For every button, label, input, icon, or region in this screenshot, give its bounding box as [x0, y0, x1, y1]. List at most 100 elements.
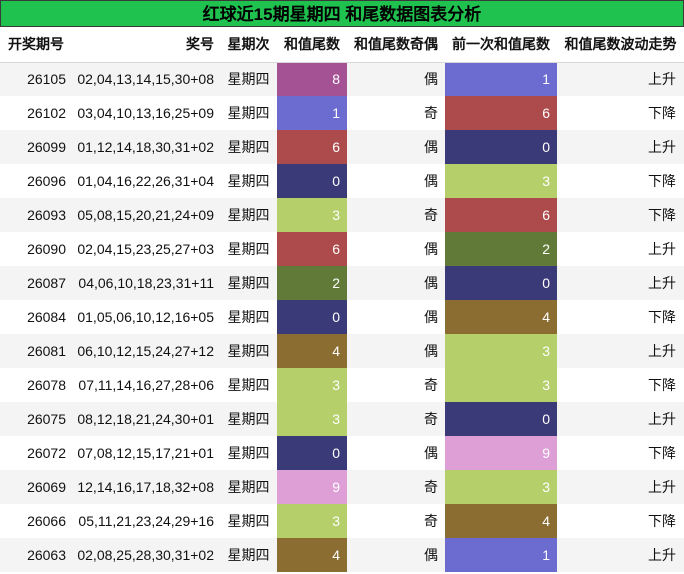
- cell-issue: 26072: [0, 436, 72, 470]
- table-body: 26105 02,04,13,14,15,30+08 星期四 8 偶 1 上升 26102 03…: [0, 61, 684, 572]
- cell-numbers: 01,05,06,10,12,16+05: [72, 300, 220, 334]
- cell-numbers: 02,08,25,28,30,31+02: [72, 538, 220, 572]
- cell-prev-tail: 3: [445, 334, 557, 368]
- cell-parity: 偶: [347, 300, 445, 334]
- cell-trend: 上升: [557, 334, 684, 368]
- cell-parity: 偶: [347, 164, 445, 198]
- cell-tail: 3: [277, 402, 347, 436]
- cell-parity: 奇: [347, 96, 445, 130]
- cell-weekday: 星期四: [220, 504, 277, 538]
- cell-prev-tail: 6: [445, 198, 557, 232]
- cell-tail: 6: [277, 232, 347, 266]
- cell-parity: 奇: [347, 504, 445, 538]
- cell-weekday: 星期四: [220, 436, 277, 470]
- table-row: 26087 04,06,10,18,23,31+11 星期四 2 偶 0 上升: [0, 266, 684, 300]
- table-row: 26093 05,08,15,20,21,24+09 星期四 3 奇 6 下降: [0, 198, 684, 232]
- cell-issue: 26078: [0, 368, 72, 402]
- cell-issue: 26063: [0, 538, 72, 572]
- cell-numbers: 07,11,14,16,27,28+06: [72, 368, 220, 402]
- cell-prev-tail: 6: [445, 96, 557, 130]
- cell-numbers: 05,11,21,23,24,29+16: [72, 504, 220, 538]
- cell-prev-tail: 4: [445, 504, 557, 538]
- cell-tail: 3: [277, 504, 347, 538]
- table-title: 红球近15期星期四 和尾数据图表分析: [0, 0, 684, 27]
- cell-tail: 0: [277, 436, 347, 470]
- cell-tail: 3: [277, 198, 347, 232]
- cell-tail: 4: [277, 538, 347, 572]
- cell-prev-tail: 1: [445, 538, 557, 572]
- header-tail: 和值尾数: [284, 36, 340, 53]
- cell-tail: 9: [277, 470, 347, 504]
- cell-trend: 上升: [557, 130, 684, 164]
- cell-weekday: 星期四: [220, 198, 277, 232]
- cell-parity: 偶: [347, 334, 445, 368]
- cell-weekday: 星期四: [220, 300, 277, 334]
- cell-numbers: 03,04,10,13,16,25+09: [72, 96, 220, 130]
- cell-issue: 26069: [0, 470, 72, 504]
- cell-issue: 26075: [0, 402, 72, 436]
- cell-issue: 26081: [0, 334, 72, 368]
- table-row: 26105 02,04,13,14,15,30+08 星期四 8 偶 1 上升: [0, 61, 684, 96]
- cell-weekday: 星期四: [220, 538, 277, 572]
- cell-parity: 奇: [347, 470, 445, 504]
- cell-weekday: 星期四: [220, 368, 277, 402]
- cell-trend: 上升: [557, 470, 684, 504]
- cell-weekday: 星期四: [220, 130, 277, 164]
- cell-trend: 下降: [557, 96, 684, 130]
- cell-weekday: 星期四: [220, 402, 277, 436]
- cell-weekday: 星期四: [220, 470, 277, 504]
- cell-issue: 26102: [0, 96, 72, 130]
- cell-issue: 26093: [0, 198, 72, 232]
- cell-numbers: 06,10,12,15,24,27+12: [72, 334, 220, 368]
- data-table: 开奖期号 奖号 星期次 和值尾数 和值尾数奇偶 前一次和值尾数 和值尾数波动走势…: [0, 27, 684, 572]
- cell-tail: 0: [277, 300, 347, 334]
- cell-trend: 下降: [557, 504, 684, 538]
- table-row: 26102 03,04,10,13,16,25+09 星期四 1 奇 6 下降: [0, 96, 684, 130]
- cell-numbers: 08,12,18,21,24,30+01: [72, 402, 220, 436]
- cell-issue: 26066: [0, 504, 72, 538]
- header-prev-tail: 前一次和值尾数: [452, 36, 550, 53]
- header-parity: 和值尾数奇偶: [354, 36, 438, 53]
- table-row: 26099 01,12,14,18,30,31+02 星期四 6 偶 0 上升: [0, 130, 684, 164]
- cell-trend: 上升: [557, 538, 684, 572]
- cell-weekday: 星期四: [220, 334, 277, 368]
- cell-trend: 下降: [557, 300, 684, 334]
- cell-parity: 偶: [347, 130, 445, 164]
- header-numbers: 奖号: [186, 36, 214, 53]
- header-row: 开奖期号 奖号 星期次 和值尾数 和值尾数奇偶 前一次和值尾数 和值尾数波动走势: [0, 27, 684, 62]
- cell-issue: 26087: [0, 266, 72, 300]
- table-row: 26090 02,04,15,23,25,27+03 星期四 6 偶 2 上升: [0, 232, 684, 266]
- cell-issue: 26099: [0, 130, 72, 164]
- table-row: 26096 01,04,16,22,26,31+04 星期四 0 偶 3 下降: [0, 164, 684, 198]
- cell-numbers: 12,14,16,17,18,32+08: [72, 470, 220, 504]
- cell-numbers: 02,04,13,14,15,30+08: [72, 61, 220, 96]
- table-row: 26066 05,11,21,23,24,29+16 星期四 3 奇 4 下降: [0, 504, 684, 538]
- cell-tail: 3: [277, 368, 347, 402]
- cell-parity: 偶: [347, 538, 445, 572]
- table-row: 26063 02,08,25,28,30,31+02 星期四 4 偶 1 上升: [0, 538, 684, 572]
- cell-issue: 26090: [0, 232, 72, 266]
- header-weekday: 星期次: [227, 36, 270, 53]
- table-row: 26069 12,14,16,17,18,32+08 星期四 9 奇 3 上升: [0, 470, 684, 504]
- spreadsheet: 红球近15期星期四 和尾数据图表分析 开奖期号 奖号 星期次 和值尾数 和值尾数…: [0, 0, 684, 574]
- cell-weekday: 星期四: [220, 164, 277, 198]
- cell-weekday: 星期四: [220, 232, 277, 266]
- cell-prev-tail: 2: [445, 232, 557, 266]
- cell-trend: 上升: [557, 402, 684, 436]
- cell-prev-tail: 0: [445, 130, 557, 164]
- table-row: 26081 06,10,12,15,24,27+12 星期四 4 偶 3 上升: [0, 334, 684, 368]
- cell-prev-tail: 0: [445, 266, 557, 300]
- cell-numbers: 07,08,12,15,17,21+01: [72, 436, 220, 470]
- cell-prev-tail: 3: [445, 470, 557, 504]
- cell-parity: 奇: [347, 198, 445, 232]
- table-row: 26078 07,11,14,16,27,28+06 星期四 3 奇 3 下降: [0, 368, 684, 402]
- cell-tail: 6: [277, 130, 347, 164]
- cell-parity: 偶: [347, 232, 445, 266]
- cell-tail: 2: [277, 266, 347, 300]
- cell-weekday: 星期四: [220, 61, 277, 96]
- cell-prev-tail: 0: [445, 402, 557, 436]
- cell-parity: 偶: [347, 61, 445, 96]
- cell-numbers: 02,04,15,23,25,27+03: [72, 232, 220, 266]
- cell-parity: 奇: [347, 368, 445, 402]
- cell-numbers: 05,08,15,20,21,24+09: [72, 198, 220, 232]
